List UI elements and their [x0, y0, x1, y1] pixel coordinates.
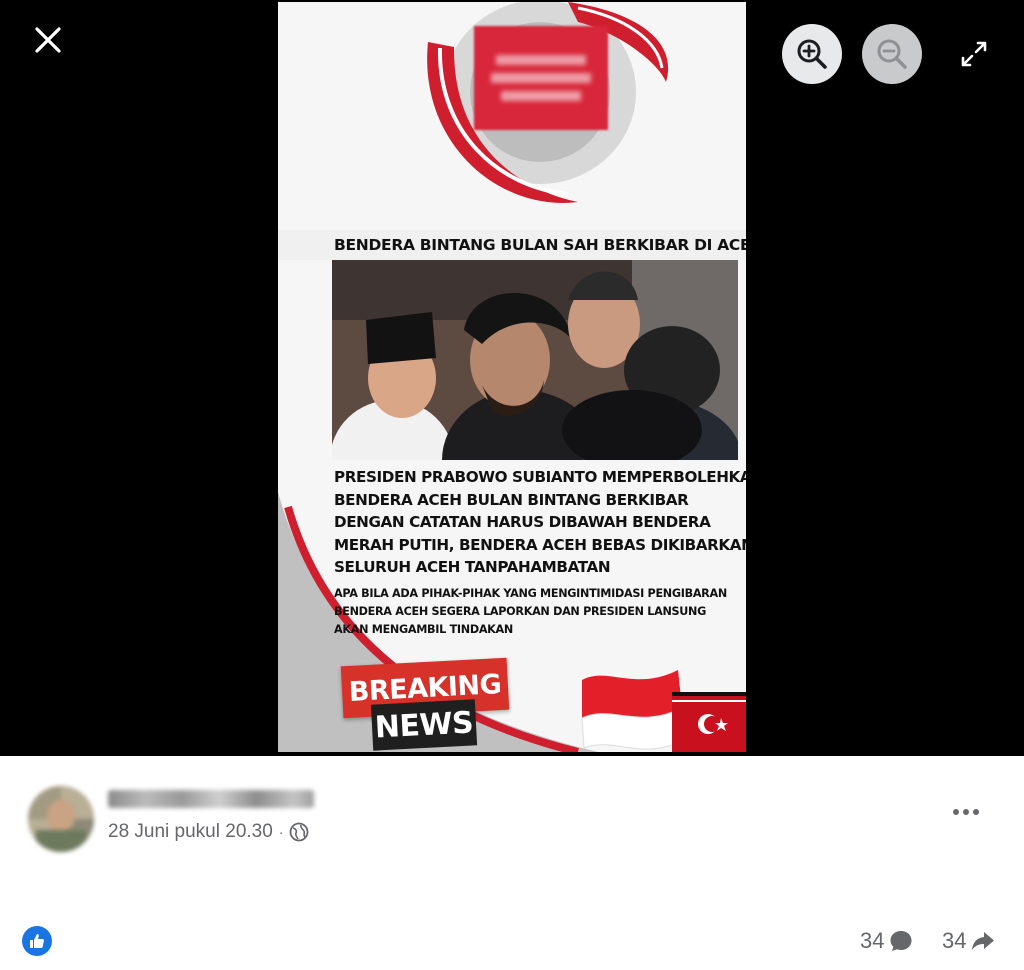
post-meta: 28 Juni pukul 20.30 · — [108, 821, 309, 843]
graphic-body-text: PRESIDEN PRABOWO SUBIANTO MEMPERBOLEHKAN… — [334, 466, 746, 579]
like-reaction-icon[interactable] — [22, 926, 52, 956]
close-button[interactable] — [28, 20, 68, 60]
body-line: BENDERA ACEH BULAN BINTANG BERKIBAR — [334, 490, 689, 509]
meta-separator: · — [278, 824, 284, 840]
more-options-icon — [953, 809, 959, 815]
graphic-headline: BENDERA BINTANG BULAN SAH BERKIBAR DI AC… — [334, 236, 746, 254]
body-line: DENGAN CATATAN HARUS DIBAWAH BENDERA — [334, 513, 711, 531]
post-footer: 28 Juni pukul 20.30 · 34 34 — [0, 756, 1024, 970]
avatar-image — [28, 786, 94, 852]
share-count: 34 — [942, 928, 967, 953]
body-line: SELURUH ACEH TANPAHAMBATAN — [334, 558, 611, 576]
avatar[interactable] — [28, 786, 94, 852]
share-count-button[interactable]: 34 — [942, 928, 996, 954]
news-photo-illustration — [332, 260, 738, 460]
photo-viewer: BENDERA BINTANG BULAN SAH BERKIBAR DI AC… — [0, 0, 1024, 756]
comment-count: 34 — [860, 928, 885, 953]
fullscreen-icon — [961, 41, 987, 67]
note-line: AKAN MENGAMBIL TINDAKAN — [334, 623, 513, 636]
news-banner: NEWS — [370, 699, 478, 751]
body-line: PRESIDEN PRABOWO SUBIANTO MEMPERBOLEHKAN — [334, 468, 746, 486]
note-line: BENDERA ACEH SEGERA LAPORKAN DAN PRESIDE… — [334, 605, 706, 618]
note-line: APA BILA ADA PIHAK-PIHAK YANG MENGINTIMI… — [334, 587, 727, 600]
news-photo — [332, 260, 738, 460]
comment-count-button[interactable]: 34 — [860, 928, 914, 954]
author-name-blurred[interactable] — [108, 790, 314, 808]
thumbs-up-icon — [30, 934, 44, 948]
more-options-icon — [973, 809, 979, 815]
close-icon — [35, 27, 61, 53]
post-photo[interactable]: BENDERA BINTANG BULAN SAH BERKIBAR DI AC… — [278, 2, 746, 752]
comment-icon — [890, 931, 912, 951]
blurred-channel-logo — [474, 26, 608, 130]
more-options-icon — [963, 809, 969, 815]
share-icon — [972, 932, 995, 950]
globe-icon[interactable] — [289, 822, 309, 842]
zoom-out-button[interactable] — [862, 24, 922, 84]
fullscreen-button[interactable] — [956, 36, 992, 72]
post-timestamp[interactable]: 28 Juni pukul 20.30 — [108, 821, 273, 843]
zoom-out-icon — [877, 39, 907, 69]
more-options-button[interactable] — [946, 800, 986, 824]
zoom-in-button[interactable] — [782, 24, 842, 84]
zoom-in-icon — [797, 39, 827, 69]
body-line: MERAH PUTIH, BENDERA ACEH BEBAS DIKIBARK… — [334, 535, 746, 554]
graphic-note-text: APA BILA ADA PIHAK-PIHAK YANG MENGINTIMI… — [334, 585, 738, 639]
